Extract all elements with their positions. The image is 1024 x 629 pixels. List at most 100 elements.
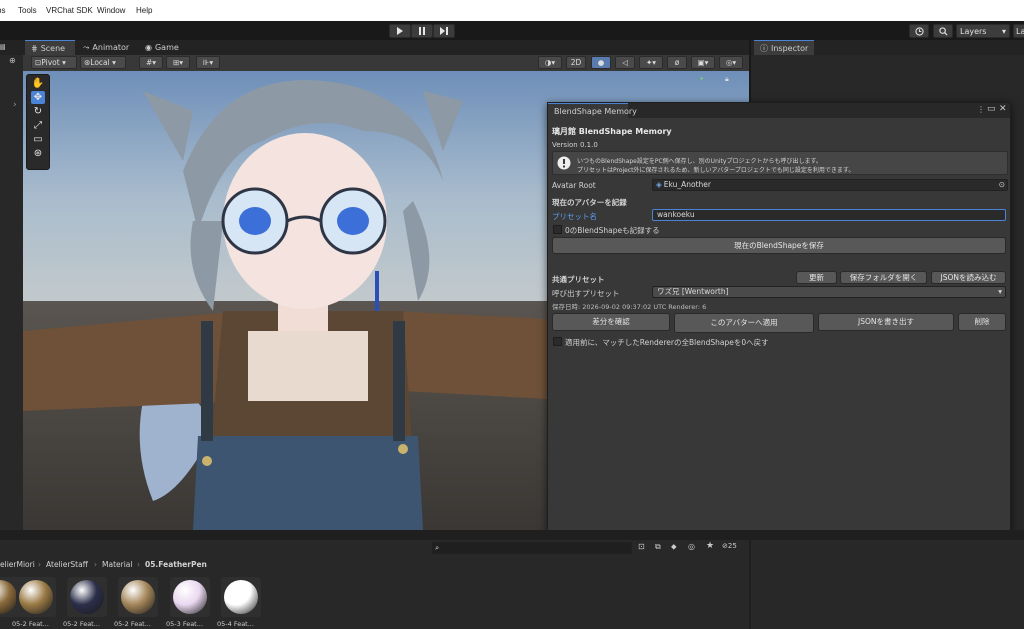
transform-tools: ✋ ✥ ↻ ⤢ ▭ ⊛ xyxy=(26,74,50,170)
label-filter-icon[interactable]: ⬥ xyxy=(671,542,677,552)
search-button[interactable] xyxy=(933,24,953,38)
tab-inspector[interactable]: ⓘ Inspector xyxy=(754,40,814,55)
tab-scene[interactable]: ⋕ Scene xyxy=(25,40,75,55)
type-filter-icon[interactable]: ⧉ xyxy=(655,542,661,552)
tab-blendshape-memory[interactable]: BlendShape Memory xyxy=(548,103,637,118)
menu-item-tools[interactable]: Tools xyxy=(18,6,37,15)
transform-snap-button[interactable]: ⊪▾ xyxy=(196,56,220,69)
pause-button[interactable] xyxy=(411,24,433,38)
expand-arrow-icon[interactable]: › xyxy=(13,100,17,110)
scene-toolbar: ⊡Pivot ▾ ⊛Local ▾ #▾ ⊞▾ ⊪▾ ◑▾ 2D ● ◁ ✦▾ … xyxy=(23,55,749,71)
orientation-gizmo-icon[interactable]: ⬩ xyxy=(700,74,703,84)
lighting-toggle[interactable]: ● xyxy=(591,56,611,69)
search-icon: ⌕ xyxy=(435,543,440,552)
play-button[interactable] xyxy=(389,24,411,38)
menu-kebab-icon[interactable]: ⋮ xyxy=(977,105,985,114)
asset-tile[interactable]: 05-2 Feat... xyxy=(12,577,56,629)
history-button[interactable] xyxy=(909,24,929,38)
animator-tab-icon: ⤳ xyxy=(83,43,90,52)
snap-icon: ⊞▾ xyxy=(172,58,184,67)
project-toolbar: ⌕ ⊡ ⧉ ⬥ ◎ ★ ⊘25 xyxy=(0,540,749,557)
move-tool-icon[interactable]: ✥ xyxy=(31,91,45,104)
menu-item-help[interactable]: Help xyxy=(136,6,152,15)
breadcrumb-separator-icon: › xyxy=(38,560,41,569)
project-panel: ⌕ ⊡ ⧉ ⬥ ◎ ★ ⊘25 elierMiori › AtelierStaf… xyxy=(0,530,1024,629)
inspector-tab-bar: ⓘ Inspector xyxy=(751,40,1024,55)
close-icon[interactable]: ✕ xyxy=(999,104,1007,114)
asset-label: 05-2 Feat... xyxy=(63,620,100,628)
layers-dropdown[interactable]: Layers ▾ xyxy=(956,24,1010,38)
asset-tile[interactable]: 05-2 Feat... xyxy=(63,577,107,629)
favorite-star-icon[interactable]: ★ xyxy=(706,541,714,551)
asset-tile[interactable]: 05-2 Feat... xyxy=(114,577,158,629)
load-preset-dropdown[interactable]: ワズ兄 [Wentworth] ▾ xyxy=(652,286,1006,298)
history-icon xyxy=(914,27,924,36)
breadcrumb-current[interactable]: 05.FeatherPen xyxy=(145,560,207,569)
chevron-down-icon: ▾ xyxy=(998,287,1002,296)
object-picker-icon[interactable]: ⊙ xyxy=(999,180,1005,190)
hierarchy-tab[interactable]: ▤ xyxy=(0,40,23,55)
breadcrumb-item[interactable]: Material xyxy=(102,560,132,569)
asset-thumbnail xyxy=(170,577,210,617)
lock-icon[interactable]: 🔒︎ xyxy=(725,75,729,84)
avatar-root-field[interactable]: ◈ Eku_Another ⊙ xyxy=(652,179,1008,191)
step-button[interactable] xyxy=(433,24,455,38)
transform-tool-icon[interactable]: ⊛ xyxy=(31,147,45,160)
ruler-icon: ⊪▾ xyxy=(202,58,214,67)
tab-game[interactable]: ◉ Game xyxy=(139,40,189,55)
tab-animator[interactable]: ⤳ Animator xyxy=(77,40,137,55)
gizmos-dropdown[interactable]: ◎▾ xyxy=(719,56,743,69)
asset-tile[interactable]: 05-4 Feat... xyxy=(217,577,261,629)
play-icon xyxy=(397,27,403,35)
import-json-button[interactable]: JSONを読み込む xyxy=(931,271,1006,284)
blendshape-memory-window: BlendShape Memory ⋮ ▭ ✕ 璃月館 BlendShape M… xyxy=(547,102,1011,534)
package-icon[interactable]: ◎ xyxy=(688,542,695,551)
refresh-button[interactable]: 更新 xyxy=(796,271,837,284)
visibility-toggle[interactable]: ø xyxy=(667,56,687,69)
hierarchy-panel: ▤ ⊕ › xyxy=(0,40,23,530)
mode-2d-button[interactable]: 2D xyxy=(566,56,586,69)
layout-dropdown[interactable]: La xyxy=(1013,24,1024,38)
asset-thumbnail xyxy=(67,577,107,617)
audio-toggle[interactable]: ◁ xyxy=(615,56,635,69)
snap-increment-button[interactable]: ⊞▾ xyxy=(166,56,190,69)
hidden-count-value: 25 xyxy=(727,542,737,550)
save-blendshape-button[interactable]: 現在のBlendShapeを保存 xyxy=(552,237,1006,254)
window-tab-label: BlendShape Memory xyxy=(554,107,637,116)
delete-button[interactable]: 削除 xyxy=(958,313,1006,331)
diff-button[interactable]: 差分を確認 xyxy=(552,313,670,331)
lightbulb-icon: ● xyxy=(597,58,605,67)
search-filter-icon[interactable]: ⊡ xyxy=(638,542,645,551)
rect-tool-icon[interactable]: ▭ xyxy=(31,133,45,146)
maximize-icon[interactable]: ▭ xyxy=(987,104,996,114)
camera-icon: ▣▾ xyxy=(697,58,709,67)
menu-item-window[interactable]: Window xyxy=(97,6,125,15)
menu-item-vrchat-sdk[interactable]: VRChat SDK xyxy=(46,6,93,15)
export-json-button[interactable]: JSONを書き出す xyxy=(818,313,954,331)
asset-tile[interactable]: 05-3 Feat... xyxy=(166,577,210,629)
pivot-dropdown[interactable]: ⊡Pivot ▾ xyxy=(31,56,77,69)
local-dropdown[interactable]: ⊛Local ▾ xyxy=(80,56,126,69)
grid-snap-button[interactable]: #▾ xyxy=(139,56,163,69)
reset-blendshape-checkbox[interactable] xyxy=(553,337,562,346)
breadcrumb-item[interactable]: elierMiori xyxy=(0,560,35,569)
open-folder-button[interactable]: 保存フォルダを開く xyxy=(840,271,927,284)
local-label: Local xyxy=(90,58,110,67)
scale-tool-icon[interactable]: ⤢ xyxy=(31,119,45,132)
apply-avatar-button[interactable]: このアバターへ適用 xyxy=(674,313,814,333)
record-zero-checkbox[interactable] xyxy=(553,225,562,234)
rotate-tool-icon[interactable]: ↻ xyxy=(31,105,45,118)
breadcrumb-item[interactable]: AtelierStaff xyxy=(46,560,88,569)
camera-dropdown[interactable]: ▣▾ xyxy=(691,56,715,69)
menu-item-jobs[interactable]: bs xyxy=(0,6,5,15)
audio-icon: ◁ xyxy=(622,58,628,67)
preset-name-input[interactable]: wankoeku xyxy=(652,209,1006,221)
effects-dropdown[interactable]: ✦▾ xyxy=(639,56,663,69)
mode-2d-label: 2D xyxy=(570,58,582,67)
window-title: 璃月館 BlendShape Memory xyxy=(552,127,672,136)
hand-tool-icon[interactable]: ✋ xyxy=(31,77,45,90)
hierarchy-add-icon[interactable]: ⊕ xyxy=(9,56,16,65)
scene-tab-icon: ⋕ xyxy=(31,44,38,53)
draw-mode-button[interactable]: ◑▾ xyxy=(538,56,562,69)
project-search-input[interactable]: ⌕ xyxy=(432,542,632,554)
